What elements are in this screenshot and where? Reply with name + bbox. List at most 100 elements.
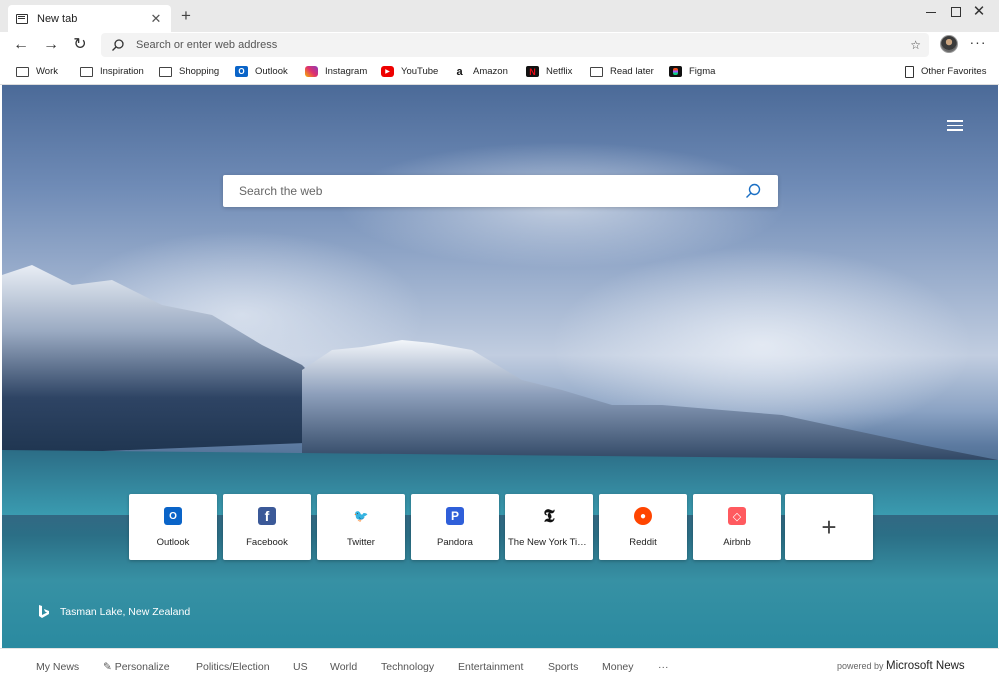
news-tab-entertainment[interactable]: Entertainment: [458, 661, 523, 673]
quick-link-nytimes[interactable]: 𝕿 The New York Times: [505, 494, 593, 560]
favorite-label: Netflix: [546, 66, 573, 77]
refresh-button[interactable]: ↻: [71, 36, 89, 54]
bing-icon: [39, 605, 49, 618]
microsoft-news-brand[interactable]: Microsoft News: [886, 660, 965, 672]
facebook-icon: f: [258, 507, 276, 525]
search-icon[interactable]: [744, 182, 762, 200]
quick-links: O Outlook f Facebook 🐦 Twitter P Pandora 𝕿 Th…: [129, 494, 873, 560]
news-more-button[interactable]: ···: [658, 661, 669, 673]
news-tab-sports[interactable]: Sports: [548, 661, 578, 673]
quick-link-twitter[interactable]: 🐦 Twitter: [317, 494, 405, 560]
quick-link-outlook[interactable]: O Outlook: [129, 494, 217, 560]
quick-link-reddit[interactable]: ● Reddit: [599, 494, 687, 560]
favorite-work[interactable]: Work: [16, 64, 58, 79]
favorite-youtube[interactable]: ▶ YouTube: [381, 64, 438, 79]
favorites-bar: Work Inspiration Shopping O Outlook Insta…: [0, 59, 999, 85]
favorite-label: Shopping: [179, 66, 220, 77]
favorite-label: Outlook: [255, 66, 288, 77]
tablet-icon: [905, 65, 914, 78]
favorite-shopping[interactable]: Shopping: [159, 64, 219, 79]
news-tab-money[interactable]: Money: [602, 661, 634, 673]
maximize-button[interactable]: [947, 4, 963, 20]
outlook-icon: O: [235, 66, 248, 77]
other-favorites-label: Other Favorites: [921, 66, 987, 77]
news-personalize[interactable]: ✎ Personalize: [103, 661, 170, 673]
favorite-inspiration[interactable]: Inspiration: [80, 64, 144, 79]
favorite-instagram[interactable]: Instagram: [305, 64, 367, 79]
favorite-amazon[interactable]: a Amazon: [453, 64, 508, 79]
web-search-box[interactable]: Search the web: [223, 175, 778, 207]
quick-link-facebook[interactable]: f Facebook: [223, 494, 311, 560]
favorite-label: YouTube: [401, 66, 439, 77]
web-search-placeholder: Search the web: [239, 184, 323, 198]
quick-link-label: Reddit: [629, 537, 657, 548]
favorite-label: Amazon: [473, 66, 508, 77]
airbnb-icon: ◇: [728, 507, 746, 525]
favorite-label: Work: [36, 66, 58, 77]
tab-new-tab[interactable]: New tab ✕: [8, 5, 171, 32]
favorite-read-later[interactable]: Read later: [590, 64, 654, 79]
background-landscape: [2, 265, 998, 515]
page-settings-menu-icon[interactable]: [947, 120, 963, 132]
quick-link-label: Outlook: [156, 537, 190, 548]
favorite-label: Read later: [610, 66, 654, 77]
favorite-label: Figma: [689, 66, 716, 77]
pandora-icon: P: [446, 507, 464, 525]
quick-link-pandora[interactable]: P Pandora: [411, 494, 499, 560]
news-tab-technology[interactable]: Technology: [381, 661, 434, 673]
new-tab-page: Search the web O Outlook f Facebook 🐦 Twitt…: [2, 85, 998, 648]
close-window-button[interactable]: ✕: [971, 4, 987, 20]
image-location[interactable]: Tasman Lake, New Zealand: [38, 605, 190, 619]
folder-icon: [16, 66, 29, 77]
tab-title: New tab: [37, 12, 78, 25]
powered-by: powered by Microsoft News: [837, 660, 965, 672]
nytimes-icon: 𝕿: [543, 505, 555, 527]
folder-icon: [159, 66, 172, 77]
add-quick-link-button[interactable]: +: [785, 494, 873, 560]
location-caption: Tasman Lake, New Zealand: [60, 606, 191, 618]
other-favorites[interactable]: Other Favorites: [905, 64, 986, 79]
minimize-button[interactable]: [923, 4, 939, 20]
news-tab-us[interactable]: US: [293, 661, 308, 673]
powered-by-label: powered by: [837, 661, 884, 671]
news-tab-world[interactable]: World: [330, 661, 357, 673]
profile-avatar[interactable]: [940, 35, 958, 53]
reddit-icon: ●: [634, 507, 652, 525]
favorite-netflix[interactable]: N Netflix: [526, 64, 572, 79]
figma-icon: [669, 66, 682, 77]
plus-icon: +: [821, 512, 837, 542]
quick-link-label: Pandora: [437, 537, 473, 548]
netflix-icon: N: [526, 66, 539, 77]
tab-strip: New tab ✕ + ✕: [0, 0, 999, 32]
favorite-label: Inspiration: [100, 66, 144, 77]
new-tab-button[interactable]: +: [178, 7, 194, 24]
pencil-icon: ✎: [103, 661, 115, 673]
favorite-label: Instagram: [325, 66, 368, 77]
amazon-icon: a: [456, 65, 463, 78]
favorite-figma[interactable]: Figma: [669, 64, 715, 79]
quick-link-label: Facebook: [246, 537, 288, 548]
address-bar[interactable]: Search or enter web address ☆: [101, 33, 929, 57]
folder-icon: [80, 66, 93, 77]
newtab-page-icon: [16, 13, 28, 24]
news-bar: My News ✎ Personalize Politics/Election …: [0, 648, 999, 684]
quick-link-label: The New York Times: [508, 537, 590, 548]
back-button[interactable]: ←: [12, 36, 30, 54]
favorite-outlook[interactable]: O Outlook: [235, 64, 288, 79]
news-tab-politics[interactable]: Politics/Election: [196, 661, 270, 673]
quick-link-label: Twitter: [347, 537, 375, 548]
twitter-icon: 🐦: [353, 509, 369, 523]
forward-button[interactable]: →: [42, 36, 60, 54]
instagram-icon: [305, 66, 318, 77]
search-icon: [112, 39, 124, 51]
settings-more-button[interactable]: ···: [968, 35, 988, 53]
favorite-star-icon[interactable]: ☆: [910, 38, 921, 52]
address-placeholder: Search or enter web address: [136, 39, 278, 51]
tab-close-icon[interactable]: ✕: [149, 11, 163, 27]
folder-icon: [590, 66, 603, 77]
navigation-toolbar: ← → ↻ Search or enter web address ☆: [0, 32, 999, 59]
quick-link-airbnb[interactable]: ◇ Airbnb: [693, 494, 781, 560]
quick-link-label: Airbnb: [723, 537, 751, 548]
news-tab-my-news[interactable]: My News: [36, 661, 79, 673]
personalize-label: Personalize: [114, 661, 170, 673]
